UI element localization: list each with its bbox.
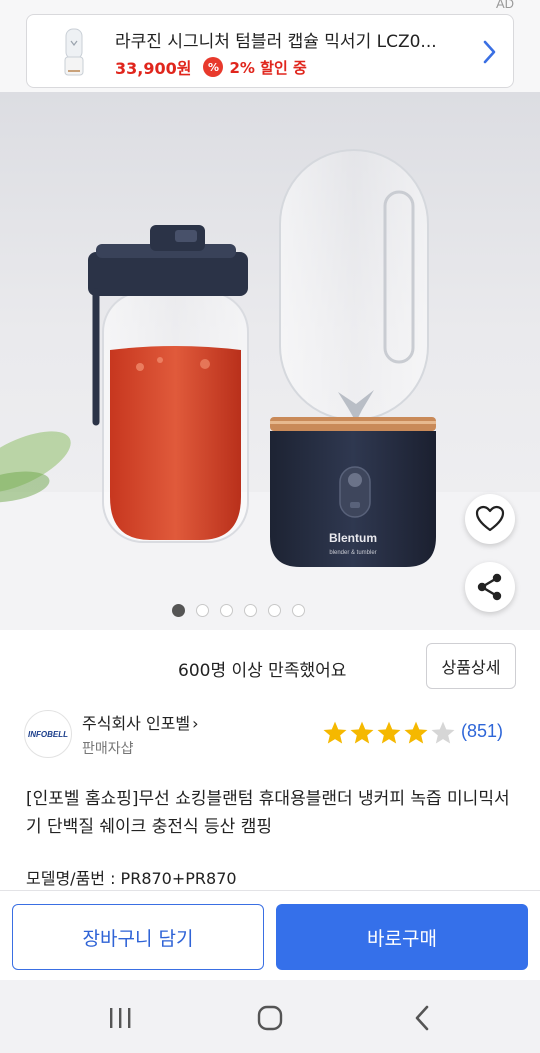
carousel-dot[interactable] xyxy=(267,604,281,617)
home-icon[interactable] xyxy=(252,1000,288,1036)
product-detail-button[interactable]: 상품상세 xyxy=(426,643,516,689)
share-icon xyxy=(477,573,502,601)
ad-product-thumbnail xyxy=(45,23,103,81)
star-empty-icon xyxy=(431,721,455,744)
star-filled-icon xyxy=(377,721,401,744)
star-filled-icon xyxy=(404,721,428,744)
heart-icon xyxy=(475,505,505,532)
seller-name: 주식회사 인포벨 xyxy=(82,714,191,733)
back-icon[interactable] xyxy=(405,1000,441,1036)
chevron-right-icon: › xyxy=(192,714,199,733)
carousel-dot[interactable] xyxy=(291,604,305,617)
seller-subtitle: 판매자샵 xyxy=(82,741,134,757)
star-filled-icon xyxy=(350,721,374,744)
discount-badge-icon: % xyxy=(203,57,224,77)
wishlist-button[interactable] xyxy=(465,494,515,544)
review-count-link[interactable]: (851) xyxy=(461,721,503,742)
ad-price: 33,900원 xyxy=(115,59,192,78)
carousel-dot[interactable] xyxy=(195,604,209,617)
ad-card[interactable]: 라쿠진 시그니처 텀블러 캡슐 믹서기 LCZ0... 33,900원 % 2%… xyxy=(26,14,514,88)
star-filled-icon xyxy=(323,721,347,744)
ad-banner-area: AD 라쿠진 시그니처 텀블러 캡슐 믹서기 LCZ0... 33,900원 %… xyxy=(0,0,540,92)
buy-now-button[interactable]: 바로구매 xyxy=(276,904,528,970)
carousel-dot[interactable] xyxy=(219,604,233,617)
model-number: 모델명/품번 : PR870+PR870 xyxy=(26,869,237,888)
system-navigation-bar xyxy=(0,980,540,1053)
product-brand-sublabel: blender & tumbler xyxy=(329,550,376,556)
product-title: [인포벨 홈쇼핑]무선 쇼킹블랜텀 휴대용블랜더 냉커피 녹즙 미니믹서기 단백… xyxy=(26,789,510,837)
product-photo: Blentum blender & tumbler xyxy=(0,149,540,630)
recent-apps-icon[interactable] xyxy=(102,1000,138,1036)
chevron-right-icon[interactable] xyxy=(479,37,499,67)
product-image-carousel[interactable]: Blentum blender & tumbler xyxy=(0,92,540,630)
ad-price-row: 33,900원 % 2% 할인 중 xyxy=(115,55,307,79)
product-brand-label: Blentum xyxy=(329,531,377,545)
satisfaction-text: 600명 이상 만족했어요 xyxy=(178,661,347,681)
rating-stars xyxy=(322,720,456,746)
ad-tag: AD xyxy=(495,0,514,11)
carousel-dot[interactable] xyxy=(243,604,257,617)
seller-logo[interactable]: INFOBELL xyxy=(24,710,72,758)
add-to-cart-button[interactable]: 장바구니 담기 xyxy=(12,904,264,970)
carousel-dot[interactable] xyxy=(171,604,185,617)
seller-name-link[interactable]: 주식회사 인포벨 › xyxy=(82,710,199,734)
purchase-action-bar: 장바구니 담기 바로구매 xyxy=(0,890,540,980)
ad-discount: 2% 할인 중 xyxy=(229,58,307,77)
ad-title: 라쿠진 시그니처 텀블러 캡슐 믹서기 LCZ0... xyxy=(115,32,437,52)
carousel-indicator xyxy=(0,604,540,617)
